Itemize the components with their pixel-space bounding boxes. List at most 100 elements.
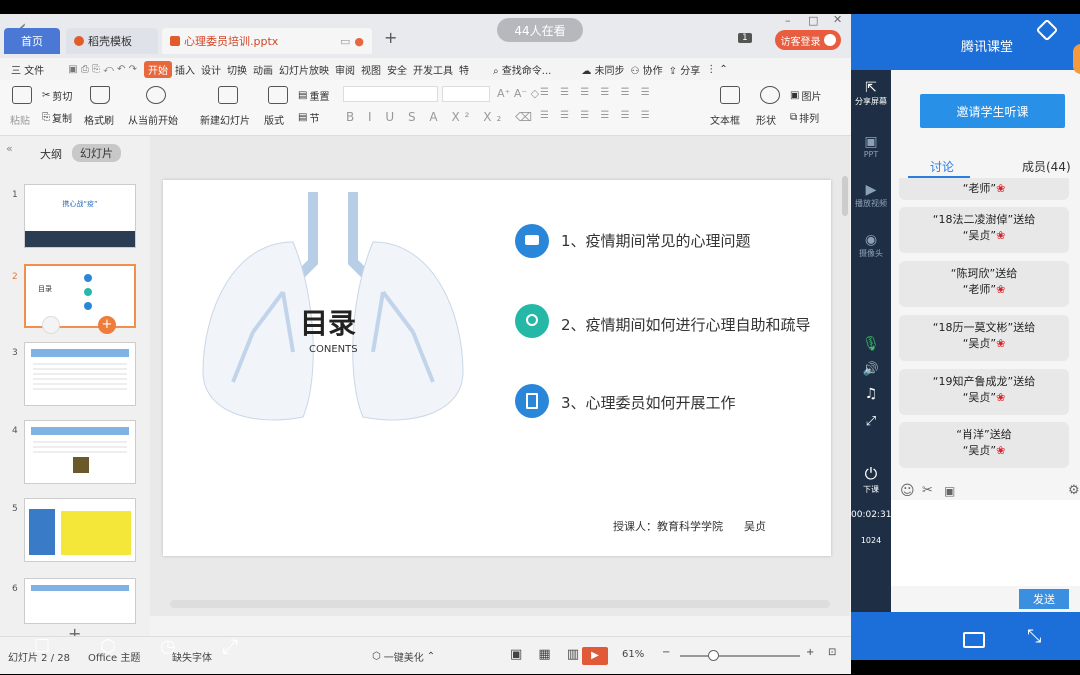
paste-label[interactable]: 粘贴: [10, 112, 30, 127]
sync-status[interactable]: ☁ 未同步: [578, 62, 627, 77]
fit-window-icon[interactable]: ⊡: [828, 647, 836, 658]
slide-thumbnail-4[interactable]: [24, 420, 136, 484]
play-slideshow-button[interactable]: ▶: [582, 647, 608, 665]
guest-login-button[interactable]: 访客登录: [775, 30, 841, 50]
play-from-current[interactable]: 从当前开始: [128, 112, 178, 127]
slide-canvas[interactable]: 目录 CONENTS 1、疫情期间常见的心理问题 2、疫情期间如何进行心理自助和…: [163, 180, 831, 556]
textbox-icon[interactable]: [720, 86, 740, 104]
share-screen-button[interactable]: ⇱ 分享屏幕: [851, 80, 891, 107]
zoom-out-icon[interactable]: −: [662, 647, 670, 658]
shape-icon[interactable]: [760, 86, 780, 104]
microphone-icon[interactable]: 🎙: [851, 336, 891, 352]
picture-button[interactable]: ▣ 图片: [790, 88, 821, 103]
settings-gear-icon[interactable]: ⚙: [1068, 483, 1080, 498]
vertical-scrollbar[interactable]: [842, 176, 848, 216]
shape-button[interactable]: 形状: [756, 112, 776, 127]
menu-item-7[interactable]: 安全: [384, 62, 410, 77]
section-button[interactable]: ▤ 节: [298, 110, 319, 125]
search-command[interactable]: ⌕ 查找命令...: [490, 62, 554, 77]
slide-thumbnail-2[interactable]: 目录 +: [24, 264, 136, 334]
menu-item-4[interactable]: 幻灯片放映: [276, 62, 332, 77]
menu-item-3[interactable]: 动画: [250, 62, 276, 77]
paste-icon[interactable]: [12, 86, 32, 104]
layout-button[interactable]: 版式: [264, 112, 284, 127]
zoom-slider-thumb[interactable]: [708, 650, 719, 661]
quick-access-icons[interactable]: ▣ ⎙ ⎘ ⤺ ↶ ↷: [65, 64, 140, 75]
close-icon[interactable]: ✕: [833, 13, 842, 26]
play-slide-button[interactable]: [42, 316, 60, 334]
menu-start[interactable]: 开始: [143, 60, 172, 78]
align-buttons[interactable]: ☰ ☰ ☰ ☰ ☰ ☰: [540, 110, 654, 121]
maximize-icon[interactable]: □: [808, 14, 818, 27]
invite-students-button[interactable]: 邀请学生听课: [920, 94, 1065, 128]
tab-monitor-icon[interactable]: ▭: [340, 35, 350, 48]
settings-icon[interactable]: [1035, 18, 1059, 42]
cut-button[interactable]: ✂ 剪切: [42, 88, 72, 103]
layout-icon[interactable]: [268, 86, 288, 104]
menu-item-6[interactable]: 视图: [358, 62, 384, 77]
badge[interactable]: 1: [738, 33, 752, 43]
chat-input[interactable]: [891, 500, 1080, 586]
collapse-panel-icon[interactable]: «: [6, 142, 13, 155]
ppt-button[interactable]: ▣ PPT: [851, 134, 891, 159]
speaker-icon[interactable]: 🔊: [851, 362, 891, 377]
outline-tab[interactable]: 大纲: [40, 146, 62, 162]
send-button[interactable]: 发送: [1019, 589, 1069, 609]
beautify-button[interactable]: ⬡ 一键美化 ⌃: [372, 649, 435, 664]
zoom-level[interactable]: 61%: [622, 649, 644, 660]
image-icon[interactable]: ▣: [944, 484, 955, 498]
view-mode-buttons[interactable]: ▣ ▦ ▥: [510, 647, 585, 662]
slide-thumbnail-5[interactable]: [24, 498, 136, 562]
tab-discuss[interactable]: 讨论: [930, 158, 954, 175]
end-class-button[interactable]: ⏻ 下课: [851, 464, 891, 495]
reset-button[interactable]: ▤ 重置: [298, 88, 329, 103]
new-slide-icon[interactable]: [218, 86, 238, 104]
slide-thumbnail-3[interactable]: [24, 342, 136, 406]
menu-item-2[interactable]: 切换: [224, 62, 250, 77]
missing-font[interactable]: 缺失字体: [172, 649, 212, 664]
menu-item-9[interactable]: 特: [456, 62, 472, 77]
fullscreen-overlay-icon[interactable]: ⤢: [222, 634, 238, 658]
camera-button[interactable]: ◉ 摄像头: [851, 232, 891, 259]
slide-thumbnail-1[interactable]: 携心战“疫”: [24, 184, 136, 248]
font-size-adjust[interactable]: A⁺ A⁻ ◇: [497, 87, 539, 100]
zoom-slider[interactable]: [680, 655, 800, 657]
float-button[interactable]: [1073, 44, 1080, 74]
shield-overlay-icon[interactable]: ⬡: [100, 636, 116, 657]
copy-button[interactable]: ⎘ 复制: [42, 110, 72, 125]
text-style-buttons[interactable]: B I U S A X² X₂ ⌫: [346, 110, 537, 124]
menu-item-5[interactable]: 审阅: [332, 62, 358, 77]
arrange-button[interactable]: ⧉ 排列: [790, 110, 819, 125]
play-icon[interactable]: [146, 86, 166, 104]
horizontal-scrollbar[interactable]: [170, 600, 830, 608]
menu-file[interactable]: 三 文件: [8, 62, 47, 77]
slides-tab[interactable]: 幻灯片: [72, 144, 121, 162]
screen-share-icon[interactable]: [963, 632, 985, 648]
menu-item-1[interactable]: 设计: [198, 62, 224, 77]
scissors-icon[interactable]: ✂: [922, 483, 933, 498]
tab-template[interactable]: 稻壳模板: [66, 28, 158, 54]
tab-home[interactable]: 首页: [4, 28, 60, 54]
expand-icon[interactable]: ⤢: [851, 414, 891, 429]
add-slide-button[interactable]: +: [98, 316, 116, 334]
play-video-button[interactable]: ▶ 播放视频: [851, 182, 891, 209]
tab-file[interactable]: 心理委员培训.pptx ▭ ●: [162, 28, 372, 54]
slide-thumbnail-6[interactable]: [24, 578, 136, 624]
minimize-icon[interactable]: –: [785, 14, 791, 27]
list-buttons[interactable]: ☰ ☰ ☰ ☰ ☰ ☰: [540, 87, 654, 98]
format-painter-label[interactable]: 格式刷: [84, 112, 114, 127]
menu-item-0[interactable]: 插入: [172, 62, 198, 77]
format-painter-icon[interactable]: [90, 86, 110, 104]
textbox-button[interactable]: 文本框: [710, 112, 740, 127]
more-icon[interactable]: ⋮ ⌃: [703, 64, 731, 75]
play-overlay-icon[interactable]: ◷: [160, 636, 176, 657]
zoom-in-icon[interactable]: +: [806, 647, 814, 658]
music-icon[interactable]: ♫: [851, 386, 891, 402]
tab-members[interactable]: 成员(44): [1022, 158, 1071, 175]
share-button[interactable]: ⇪ 分享: [666, 62, 704, 77]
menu-item-8[interactable]: 开发工具: [410, 62, 456, 77]
new-tab-icon[interactable]: +: [384, 28, 397, 47]
font-size-select[interactable]: [442, 86, 490, 102]
new-slide-button[interactable]: 新建幻灯片: [200, 112, 250, 127]
shrink-icon[interactable]: ⤡: [1027, 626, 1041, 647]
